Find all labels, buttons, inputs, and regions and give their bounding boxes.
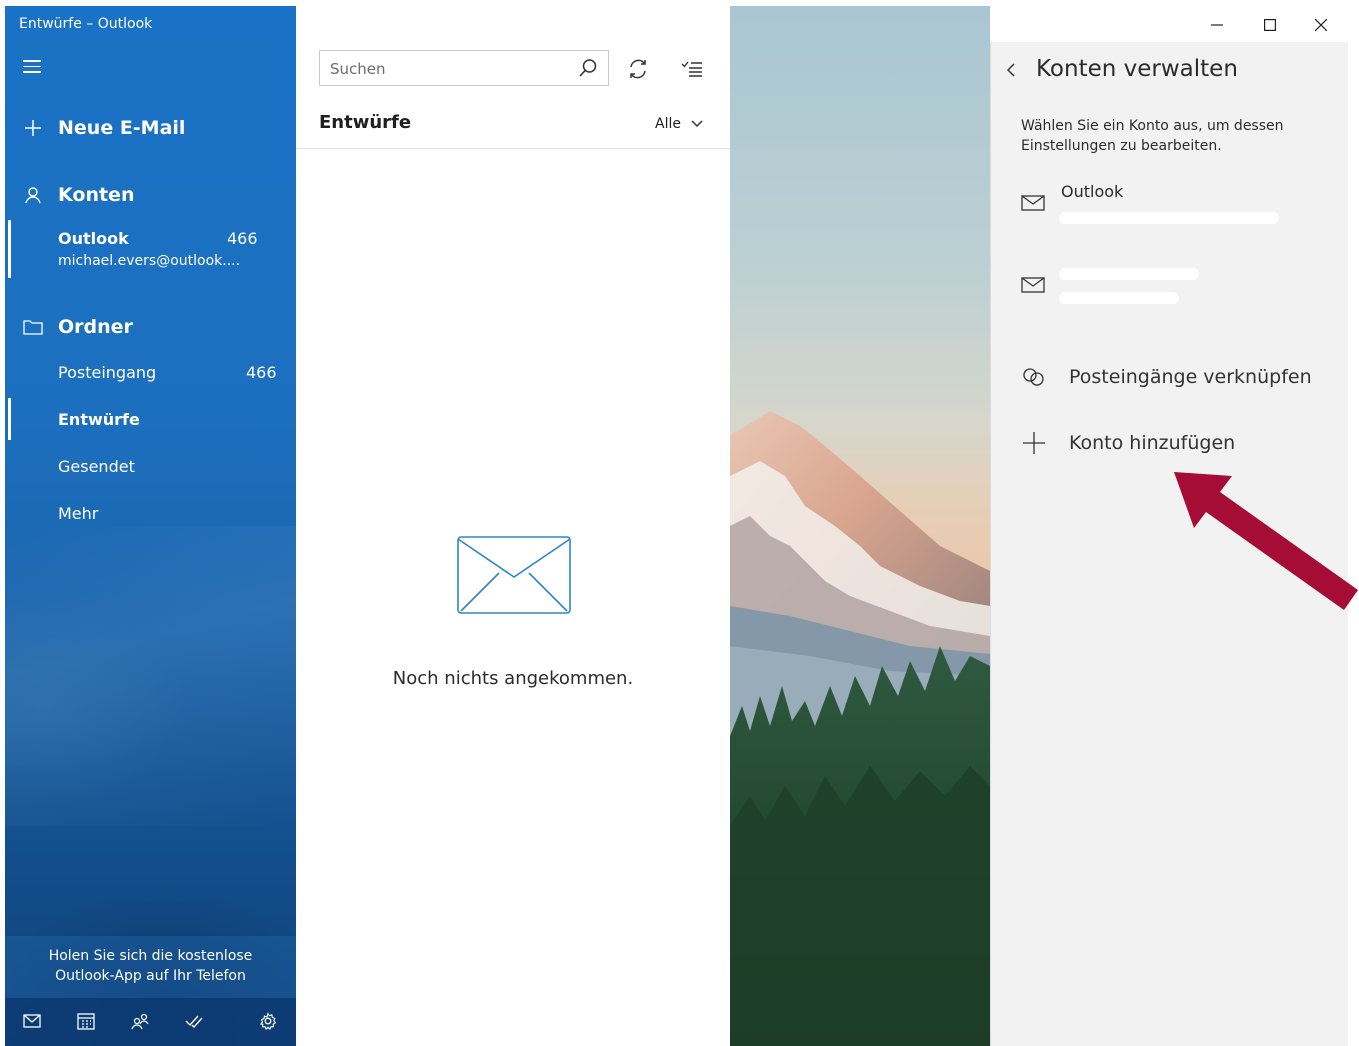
plus-icon [23,119,43,137]
promo-line: Holen Sie sich die kostenlose [48,948,253,964]
folder-title: Entwürfe [319,112,412,133]
search-box[interactable] [319,50,609,86]
accounts-header[interactable]: Konten [5,178,296,212]
filter-label: Alle [655,116,681,132]
link-inboxes-label: Posteingänge verknüpfen [1069,366,1312,388]
folder-label: Gesendet [58,457,135,476]
person-icon [23,186,43,204]
empty-envelope-icon [457,536,571,618]
plus-icon [1021,431,1047,455]
panel-description: Wählen Sie ein Konto aus, um dessen Eins… [1021,118,1284,154]
calendar-icon[interactable] [75,1010,97,1032]
maximize-button[interactable] [1255,10,1285,40]
link-inboxes-button[interactable]: Posteingänge verknüpfen [1021,366,1312,388]
minimize-button[interactable] [1202,10,1232,40]
settings-icon[interactable] [257,1010,279,1032]
people-icon[interactable] [129,1010,151,1032]
folder-label: Entwürfe [58,410,140,429]
redacted-email [1059,212,1279,224]
folder-label: Posteingang [58,363,157,382]
new-mail-button[interactable]: Neue E-Mail [5,111,296,145]
filter-dropdown[interactable]: Alle [655,116,703,132]
account-entry-name: Outlook [1061,182,1124,201]
redacted-email [1059,292,1179,304]
search-icon[interactable] [578,58,598,82]
mail-icon [1021,276,1045,298]
list-divider [296,148,730,149]
panel-title: Konten verwalten [1036,56,1238,82]
todo-icon[interactable] [183,1010,205,1032]
selection-mode-icon[interactable] [679,56,705,82]
add-account-label: Konto hinzufügen [1069,432,1236,454]
account-email: michael.evers@outlook.... [58,253,241,269]
background-landscape-image [730,6,990,1046]
account-selection-indicator [8,220,11,278]
new-mail-label: Neue E-Mail [58,117,186,139]
accounts-header-label: Konten [58,184,135,206]
account-unread-count: 466 [227,229,258,248]
folder-selection-indicator [8,398,11,440]
folders-header-label: Ordner [58,316,133,338]
redacted-name [1059,268,1199,280]
mail-icon[interactable] [21,1010,43,1032]
folders-header[interactable]: Ordner [5,310,296,344]
close-button[interactable] [1306,10,1336,40]
sync-icon[interactable] [625,56,651,82]
mountain-illustration [730,411,990,1046]
account-entry-outlook[interactable]: Outlook [1021,182,1321,242]
add-account-button[interactable]: Konto hinzufügen [1021,431,1235,455]
link-icon [1021,367,1047,387]
app-switcher-bar [5,998,296,1046]
account-name: Outlook [58,229,129,248]
chevron-down-icon [691,116,703,132]
mail-icon [1021,194,1045,216]
folder-icon [23,319,43,335]
window-title: Entwürfe – Outlook [19,16,153,32]
navigation-pane: Entwürfe – Outlook Neue E-Mail Konten Ou… [5,6,296,1046]
hamburger-menu-icon[interactable] [23,60,41,74]
folder-unread-count: 466 [246,363,277,382]
empty-state-message: Noch nichts angekommen. [392,668,634,689]
mobile-app-promo[interactable]: Holen Sie sich die kostenlose Outlook-Ap… [5,936,296,998]
back-chevron-icon[interactable] [1007,62,1023,78]
message-list-pane: Entwürfe Alle Noch nichts angekommen. [296,6,730,1046]
promo-line: Outlook-App auf Ihr Telefon [55,968,246,984]
nav-background-texture [5,526,296,826]
search-input[interactable] [328,57,572,81]
folder-label: Mehr [58,504,99,523]
annotation-arrow-icon [1174,472,1358,610]
account-entry-second[interactable] [1021,264,1321,324]
